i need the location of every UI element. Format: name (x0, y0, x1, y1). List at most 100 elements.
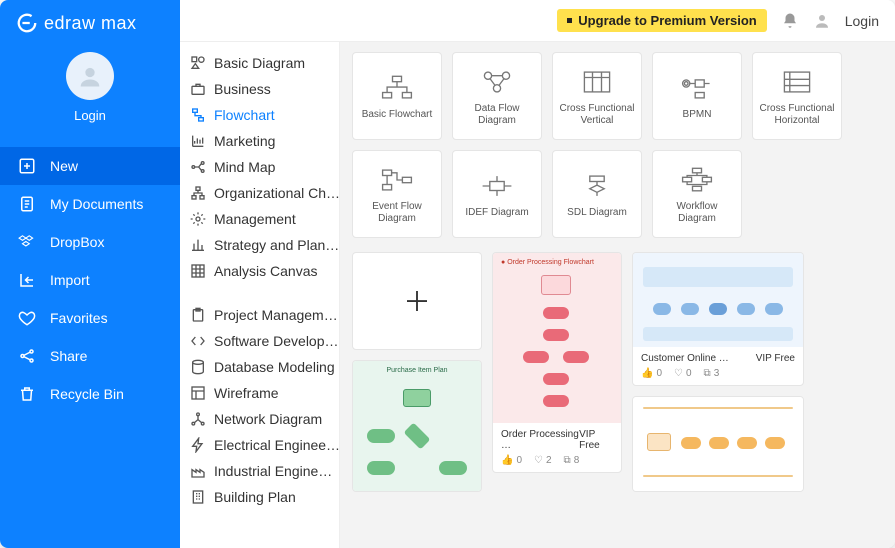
avatar-label: Login (74, 108, 106, 123)
cat-software[interactable]: Software Develop… (180, 328, 339, 354)
cat-wireframe[interactable]: Wireframe (180, 380, 339, 406)
favs: ♡2 (534, 455, 552, 466)
chart-icon (190, 133, 206, 149)
tile-cross-horizontal[interactable]: Cross Functional Horizontal (752, 52, 842, 140)
tile-workflow[interactable]: Workflow Diagram (652, 150, 742, 238)
cat-basic-diagram[interactable]: Basic Diagram (180, 50, 339, 76)
nav-new[interactable]: New (0, 147, 180, 185)
nav-share[interactable]: Share (0, 337, 180, 375)
gear-icon (190, 211, 206, 227)
factory-icon (190, 463, 206, 479)
user-icon[interactable] (813, 12, 831, 30)
tpl-title: Customer Online … (641, 353, 729, 364)
nav-list: New My Documents DropBox Import Favorite… (0, 141, 180, 419)
template-orange-flow[interactable] (632, 396, 804, 492)
template-order-processing[interactable]: ● Order Processing Flowchart Order Proce… (492, 252, 622, 473)
cat-strategy[interactable]: Strategy and Plan… (180, 232, 339, 258)
cat-business[interactable]: Business (180, 76, 339, 102)
brand-logo: edraw max (0, 0, 180, 42)
diagram-type-grid: Basic Flowchart Data Flow Diagram Cross … (352, 52, 883, 238)
tile-sdl[interactable]: SDL Diagram (552, 150, 642, 238)
tile-bpmn[interactable]: BPMN (652, 52, 742, 140)
heart-icon (18, 309, 36, 327)
cat-analysis[interactable]: Analysis Canvas (180, 258, 339, 284)
bullet-icon (567, 18, 572, 23)
cat-building[interactable]: Building Plan (180, 484, 339, 510)
app-window: edraw max Login New My Documents DropBox (0, 0, 895, 548)
new-blank-template[interactable] (352, 252, 482, 350)
nav-label: DropBox (50, 234, 104, 250)
tile-data-flow[interactable]: Data Flow Diagram (452, 52, 542, 140)
thumb-title: Order Processing Flowchart (507, 259, 594, 266)
topbar-login-link[interactable]: Login (845, 13, 879, 29)
tpl-tag: VIP Free (579, 429, 613, 451)
tile-label: Cross Functional Vertical (557, 103, 637, 127)
tile-label: SDL Diagram (567, 207, 627, 219)
cat-mindmap[interactable]: Mind Map (180, 154, 339, 180)
cat-database[interactable]: Database Modeling (180, 354, 339, 380)
tile-label: Basic Flowchart (362, 109, 433, 121)
briefcase-icon (190, 81, 206, 97)
cat-flowchart[interactable]: Flowchart (180, 102, 339, 128)
upgrade-label: Upgrade to Premium Version (578, 13, 756, 28)
trash-icon (18, 385, 36, 403)
grid-icon (190, 263, 206, 279)
cat-marketing[interactable]: Marketing (180, 128, 339, 154)
nav-label: My Documents (50, 196, 143, 212)
tile-event-flow[interactable]: Event Flow Diagram (352, 150, 442, 238)
cat-orgchart[interactable]: Organizational Ch… (180, 180, 339, 206)
cat-label: Mind Map (214, 159, 275, 175)
nav-my-documents[interactable]: My Documents (0, 185, 180, 223)
plus-square-icon (18, 157, 36, 175)
org-icon (190, 185, 206, 201)
cat-label: Wireframe (214, 385, 279, 401)
nav-label: Recycle Bin (50, 386, 124, 402)
category-list: Basic Diagram Business Flowchart Marketi… (180, 42, 340, 548)
template-customer-online[interactable]: Customer Online …VIP Free 👍0 ♡0 ⧉3 (632, 252, 804, 386)
tile-label: Workflow Diagram (657, 201, 737, 225)
main-canvas: Basic Flowchart Data Flow Diagram Cross … (340, 42, 895, 548)
tile-basic-flowchart[interactable]: Basic Flowchart (352, 52, 442, 140)
nav-recycle-bin[interactable]: Recycle Bin (0, 375, 180, 413)
nav-dropbox[interactable]: DropBox (0, 223, 180, 261)
bell-icon[interactable] (781, 12, 799, 30)
tile-cross-vertical[interactable]: Cross Functional Vertical (552, 52, 642, 140)
template-purchase-plan[interactable]: Purchase Item Plan (352, 360, 482, 492)
cat-label: Electrical Enginee… (214, 437, 339, 453)
tile-label: BPMN (683, 109, 712, 121)
avatar-icon (66, 52, 114, 100)
nav-favorites[interactable]: Favorites (0, 299, 180, 337)
nav-label: Favorites (50, 310, 108, 326)
cat-electrical[interactable]: Electrical Enginee… (180, 432, 339, 458)
network-icon (190, 411, 206, 427)
cat-label: Database Modeling (214, 359, 335, 375)
cat-project-mgmt[interactable]: Project Managem… (180, 302, 339, 328)
template-meta: Order Processing …VIP Free 👍0 ♡2 ⧉8 (493, 423, 621, 472)
mindmap-icon (190, 159, 206, 175)
edraw-logo-icon (16, 12, 38, 34)
cat-management[interactable]: Management (180, 206, 339, 232)
tile-idef[interactable]: IDEF Diagram (452, 150, 542, 238)
topbar: Upgrade to Premium Version Login (180, 0, 895, 42)
tile-label: IDEF Diagram (465, 207, 528, 219)
cat-label: Software Develop… (214, 333, 339, 349)
cat-label: Business (214, 81, 271, 97)
database-icon (190, 359, 206, 375)
tile-label: Cross Functional Horizontal (757, 103, 837, 127)
flowchart-icon (190, 107, 206, 123)
avatar-block[interactable]: Login (0, 42, 180, 141)
upgrade-button[interactable]: Upgrade to Premium Version (557, 9, 766, 32)
right-pane: Upgrade to Premium Version Login Basic D… (180, 0, 895, 548)
cat-label: Project Managem… (214, 307, 338, 323)
cat-industrial[interactable]: Industrial Engine… (180, 458, 339, 484)
tpl-title: Order Processing … (501, 429, 579, 451)
cat-label: Marketing (214, 133, 275, 149)
likes: 👍0 (641, 368, 662, 379)
cat-network[interactable]: Network Diagram (180, 406, 339, 432)
cat-label: Management (214, 211, 296, 227)
strategy-icon (190, 237, 206, 253)
building-icon (190, 489, 206, 505)
sidebar: edraw max Login New My Documents DropBox (0, 0, 180, 548)
nav-import[interactable]: Import (0, 261, 180, 299)
clipboard-icon (190, 307, 206, 323)
